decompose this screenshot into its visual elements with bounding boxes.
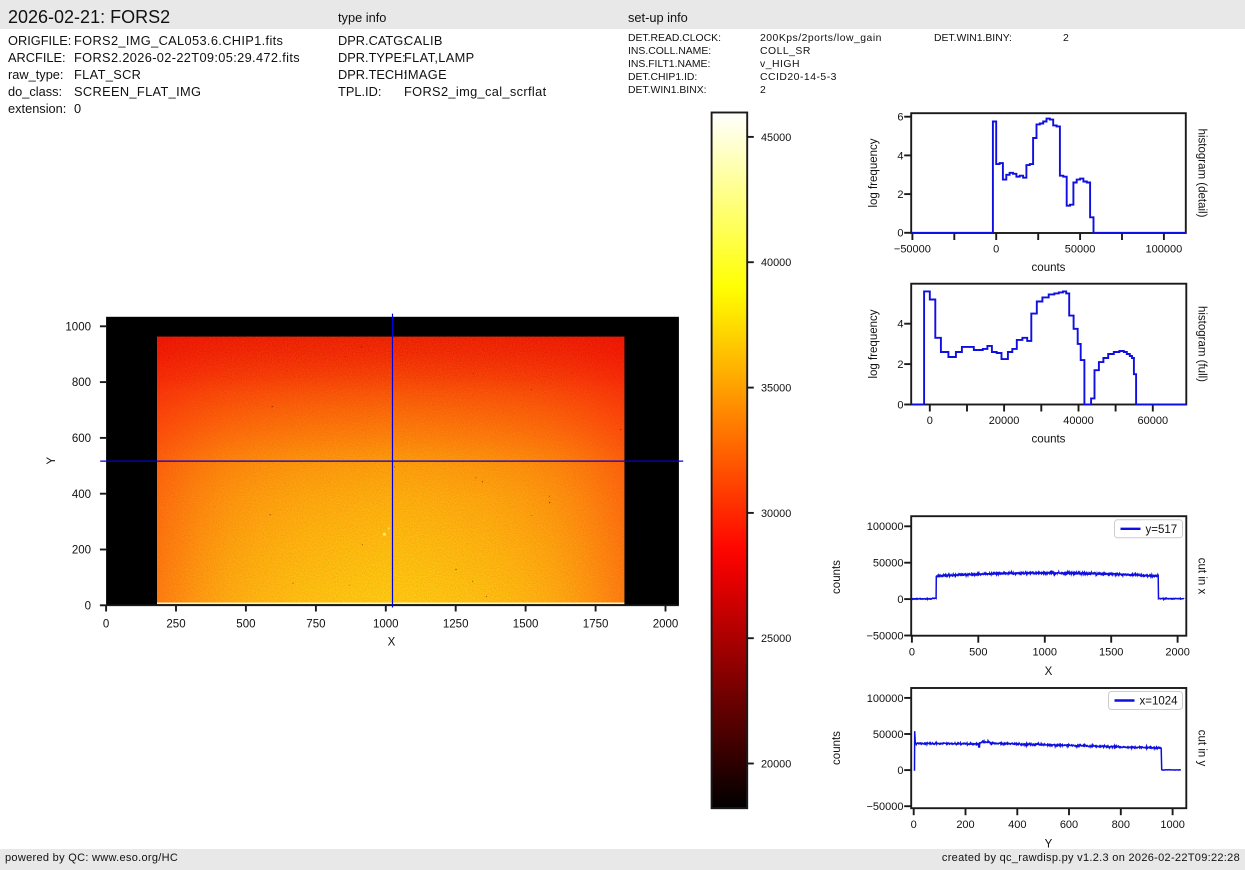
- svg-text:0: 0: [993, 244, 999, 256]
- svg-text:0: 0: [927, 415, 933, 427]
- svg-text:log frequency: log frequency: [868, 309, 880, 378]
- svg-text:2: 2: [897, 189, 903, 201]
- svg-text:0: 0: [85, 600, 91, 612]
- svg-text:4: 4: [897, 319, 903, 331]
- svg-text:1500: 1500: [1099, 647, 1123, 659]
- svg-text:4: 4: [897, 150, 903, 162]
- svg-text:0: 0: [909, 647, 915, 659]
- svg-text:2000: 2000: [1165, 647, 1189, 659]
- svg-text:60000: 60000: [1138, 415, 1169, 427]
- svg-text:45000: 45000: [761, 132, 791, 144]
- svg-text:100000: 100000: [1146, 244, 1183, 256]
- svg-text:0: 0: [911, 819, 917, 831]
- svg-text:X: X: [388, 637, 396, 649]
- svg-text:histogram (detail): histogram (detail): [1196, 129, 1208, 218]
- svg-text:40000: 40000: [1063, 415, 1094, 427]
- svg-text:0: 0: [897, 765, 903, 777]
- svg-text:200: 200: [72, 545, 91, 557]
- svg-text:−50000: −50000: [866, 801, 903, 813]
- svg-text:20000: 20000: [989, 415, 1020, 427]
- svg-text:Y: Y: [1045, 839, 1053, 851]
- svg-text:−50000: −50000: [894, 244, 931, 256]
- svg-text:750: 750: [306, 619, 325, 631]
- svg-text:x=1024: x=1024: [1140, 696, 1179, 708]
- svg-text:35000: 35000: [761, 383, 791, 395]
- svg-text:2: 2: [897, 359, 903, 371]
- svg-text:6: 6: [897, 112, 903, 124]
- svg-text:800: 800: [72, 377, 91, 389]
- svg-text:800: 800: [1112, 819, 1130, 831]
- svg-text:1500: 1500: [513, 619, 539, 631]
- svg-text:100000: 100000: [867, 521, 904, 533]
- svg-text:400: 400: [1008, 819, 1026, 831]
- svg-text:0: 0: [897, 594, 903, 606]
- svg-text:−50000: −50000: [866, 630, 903, 642]
- svg-text:counts: counts: [1032, 262, 1066, 274]
- svg-text:counts: counts: [831, 560, 843, 594]
- svg-text:250: 250: [166, 619, 185, 631]
- svg-text:1000: 1000: [1033, 647, 1057, 659]
- svg-text:log frequency: log frequency: [868, 138, 880, 207]
- svg-text:400: 400: [72, 489, 91, 501]
- svg-text:0: 0: [897, 228, 903, 240]
- svg-text:600: 600: [72, 433, 91, 445]
- svg-text:X: X: [1045, 666, 1053, 678]
- svg-text:1000: 1000: [1160, 819, 1184, 831]
- svg-text:histogram (full): histogram (full): [1196, 306, 1208, 382]
- svg-text:0: 0: [897, 399, 903, 411]
- svg-text:20000: 20000: [761, 758, 791, 770]
- svg-text:1750: 1750: [583, 619, 609, 631]
- svg-text:2000: 2000: [653, 619, 679, 631]
- svg-text:y=517: y=517: [1146, 524, 1178, 536]
- svg-text:25000: 25000: [761, 633, 791, 645]
- svg-text:cut in y: cut in y: [1196, 730, 1208, 767]
- svg-text:cut in x: cut in x: [1196, 558, 1208, 595]
- svg-text:counts: counts: [1032, 434, 1066, 446]
- svg-text:1250: 1250: [443, 619, 469, 631]
- svg-text:600: 600: [1060, 819, 1078, 831]
- svg-text:1000: 1000: [373, 619, 399, 631]
- svg-text:counts: counts: [831, 731, 843, 765]
- svg-text:500: 500: [236, 619, 255, 631]
- svg-text:Y: Y: [46, 456, 58, 464]
- svg-text:100000: 100000: [867, 693, 904, 705]
- svg-text:0: 0: [103, 619, 109, 631]
- svg-text:30000: 30000: [761, 508, 791, 520]
- svg-text:200: 200: [956, 819, 974, 831]
- svg-text:50000: 50000: [873, 558, 904, 570]
- svg-text:50000: 50000: [873, 729, 904, 741]
- svg-text:1000: 1000: [65, 321, 91, 333]
- svg-text:500: 500: [969, 647, 987, 659]
- svg-text:50000: 50000: [1065, 244, 1096, 256]
- svg-text:40000: 40000: [761, 257, 791, 269]
